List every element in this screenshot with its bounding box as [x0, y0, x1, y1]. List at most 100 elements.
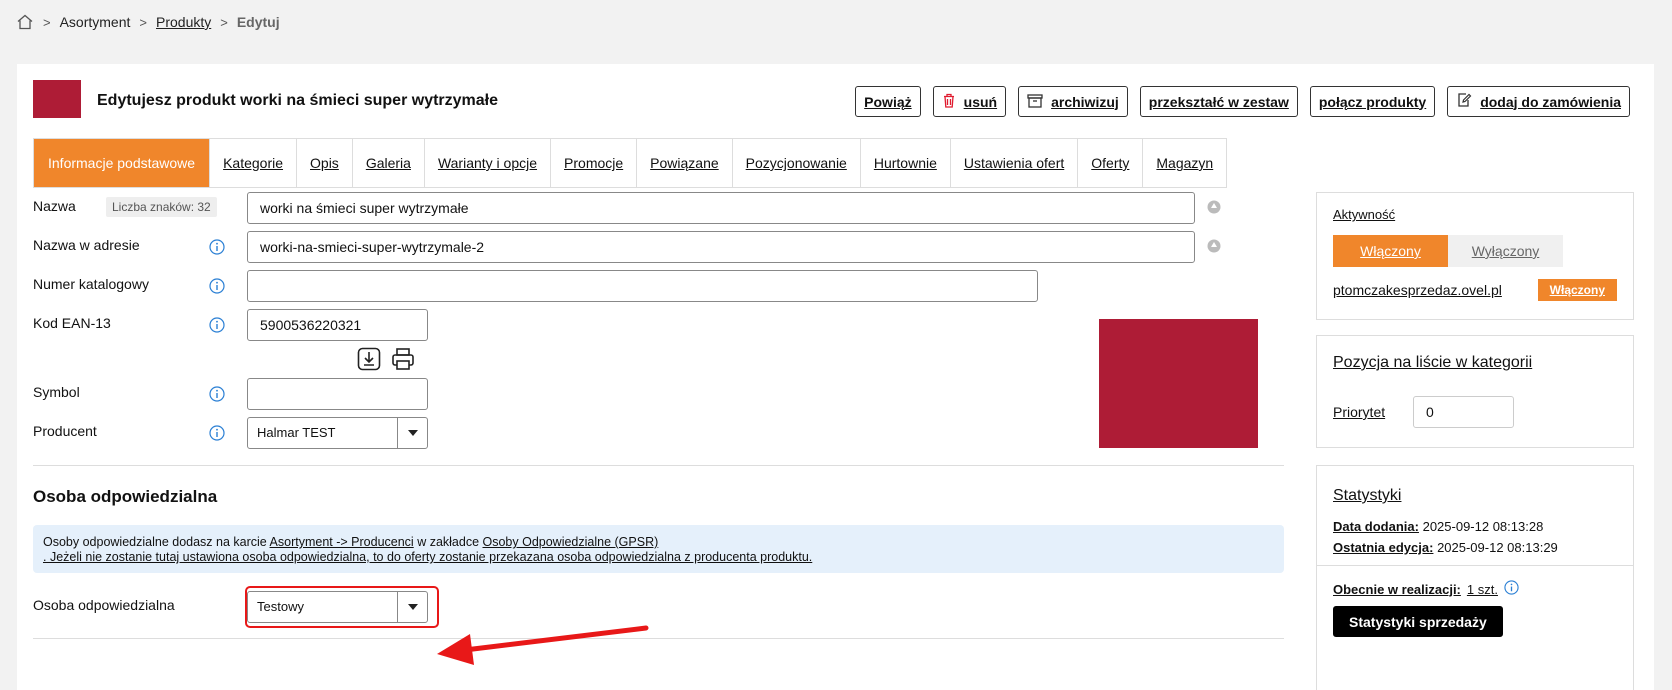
- realization-label: Obecnie w realizacji:: [1333, 581, 1461, 597]
- download-icon[interactable]: [357, 347, 381, 374]
- archive-icon: [1027, 93, 1043, 111]
- shop-link[interactable]: ptomczakesprzedaz.ovel.pl: [1333, 282, 1502, 298]
- catalog-number-row: Numer katalogowy: [33, 270, 1043, 302]
- priority-input[interactable]: 0: [1413, 396, 1514, 428]
- priority-label: Priorytet: [1333, 404, 1386, 420]
- tab-variants[interactable]: Warianty i opcje: [425, 139, 552, 187]
- info-icon[interactable]: [1504, 580, 1519, 598]
- tab-seo[interactable]: Pozycjonowanie: [733, 139, 861, 187]
- slug-input[interactable]: worki-na-smieci-super-wytrzymale-2: [247, 231, 1195, 263]
- date-added-label: Data dodania:: [1333, 519, 1419, 534]
- stats-panel: Statystyki Data dodania: 2025-09-12 08:1…: [1316, 465, 1634, 690]
- priority-row: Priorytet 0: [1333, 396, 1617, 428]
- responsible-info-box: Osoby odpowiedzialne dodasz na karcie As…: [33, 525, 1284, 573]
- delete-button[interactable]: usuń: [932, 86, 1007, 117]
- date-added: Data dodania: 2025-09-12 08:13:28: [1333, 519, 1617, 534]
- breadcrumb-asortyment[interactable]: Asortyment: [60, 14, 131, 30]
- info-text: Osoby odpowiedzialne dodasz na karcie: [43, 535, 270, 549]
- tab-basic-info[interactable]: Informacje podstawowe: [34, 139, 211, 187]
- add-to-order-button[interactable]: dodaj do zamówienia: [1447, 86, 1630, 117]
- ean-tools: [357, 347, 415, 374]
- info-text-line2: . Jeżeli nie zostanie tutaj ustawiona os…: [43, 550, 813, 564]
- responsible-section-title: Osoba odpowiedzialna: [33, 487, 218, 506]
- add-to-order-label: dodaj do zamówienia: [1480, 93, 1621, 110]
- symbol-row: Symbol: [33, 378, 443, 410]
- trash-icon: [942, 93, 956, 111]
- position-title: Pozycja na liście w kategorii: [1333, 354, 1533, 371]
- tab-warehouse[interactable]: Magazyn: [1143, 139, 1226, 187]
- catalog-number-input[interactable]: [247, 270, 1038, 302]
- producer-select[interactable]: Halmar TEST: [247, 417, 428, 449]
- stats-header: Statystyki Data dodania: 2025-09-12 08:1…: [1317, 466, 1633, 566]
- producer-value: Halmar TEST: [257, 425, 336, 440]
- name-label: Nazwa: [33, 198, 76, 214]
- activity-panel: Aktywność Włączony Wyłączony ptomczakesp…: [1316, 192, 1634, 320]
- breadcrumb-separator: >: [220, 14, 228, 30]
- position-panel: Pozycja na liście w kategorii Priorytet …: [1316, 335, 1634, 448]
- chevron-down-icon[interactable]: [397, 418, 427, 448]
- name-row: Nazwa Liczba znaków: 32 worki na śmieci …: [33, 192, 1221, 224]
- last-edit-label: Ostatnia edycja:: [1333, 540, 1434, 555]
- archive-label: archiwizuj: [1051, 93, 1119, 110]
- tab-description[interactable]: Opis: [297, 139, 353, 187]
- sales-stats-button[interactable]: Statystyki sprzedaży: [1333, 606, 1503, 637]
- stats-title[interactable]: Statystyki: [1333, 487, 1617, 505]
- tab-promotions[interactable]: Promocje: [551, 139, 638, 187]
- tab-related[interactable]: Powiązane: [637, 139, 733, 187]
- info-icon[interactable]: [209, 317, 225, 333]
- edit-document-icon: [1456, 92, 1472, 111]
- producers-link[interactable]: Asortyment -> Producenci: [270, 535, 414, 549]
- realization-row: Obecnie w realizacji: 1 szt.: [1333, 580, 1617, 598]
- name-input[interactable]: worki na śmieci super wytrzymałe: [247, 192, 1195, 224]
- date-added-value: 2025-09-12 08:13:28: [1422, 519, 1544, 534]
- convert-label: przekształć w zestaw: [1148, 93, 1289, 110]
- ean-input[interactable]: 5900536220321: [247, 309, 428, 341]
- page-title: Edytujesz produkt worki na śmieci super …: [97, 92, 499, 109]
- producer-label: Producent: [33, 423, 97, 439]
- info-icon[interactable]: [209, 425, 225, 441]
- char-count-badge: Liczba znaków: 32: [106, 197, 217, 217]
- breadcrumb-current: Edytuj: [236, 14, 280, 30]
- breadcrumb-produkty[interactable]: Produkty: [156, 14, 211, 30]
- merge-label: połącz produkty: [1318, 93, 1427, 110]
- symbol-label: Symbol: [33, 384, 80, 400]
- home-icon[interactable]: [16, 13, 34, 31]
- tab-gallery[interactable]: Galeria: [353, 139, 425, 187]
- realization-value: 1 szt.: [1466, 581, 1498, 597]
- slug-label: Nazwa w adresie: [33, 237, 140, 253]
- translate-pin-icon[interactable]: [1207, 200, 1221, 214]
- last-edit: Ostatnia edycja: 2025-09-12 08:13:29: [1333, 540, 1617, 555]
- highlight-box: [245, 586, 439, 628]
- slug-row: Nazwa w adresie worki-na-smieci-super-wy…: [33, 231, 1221, 263]
- realization-section: Obecnie w realizacji: 1 szt. Statystyki …: [1317, 566, 1633, 651]
- responsible-person-label: Osoba odpowiedzialna: [33, 597, 175, 613]
- activity-off-button[interactable]: Wyłączony: [1448, 235, 1563, 267]
- last-edit-value: 2025-09-12 08:13:29: [1437, 540, 1558, 555]
- activity-title: Aktywność: [1333, 207, 1396, 222]
- ean-label: Kod EAN-13: [33, 315, 111, 331]
- tab-categories[interactable]: Kategorie: [210, 139, 298, 187]
- link-product-label: Powiąż: [864, 93, 912, 110]
- section-divider: [33, 638, 1284, 639]
- tab-offers[interactable]: Oferty: [1078, 139, 1144, 187]
- activity-toggle: Włączony Wyłączony: [1333, 235, 1617, 267]
- tab-offer-settings[interactable]: Ustawienia ofert: [951, 139, 1079, 187]
- catalog-number-label: Numer katalogowy: [33, 276, 149, 292]
- info-text: w zakładce: [413, 535, 483, 549]
- info-icon[interactable]: [209, 239, 225, 255]
- merge-products-button[interactable]: połącz produkty: [1309, 86, 1436, 117]
- translate-pin-icon[interactable]: [1207, 239, 1221, 253]
- breadcrumb: > Asortyment > Produkty > Edytuj: [16, 12, 280, 32]
- gpsr-link[interactable]: Osoby Odpowiedzialne (GPSR): [483, 535, 659, 549]
- activity-on-button[interactable]: Włączony: [1333, 235, 1448, 267]
- info-icon[interactable]: [209, 386, 225, 402]
- archive-button[interactable]: archiwizuj: [1018, 86, 1128, 117]
- link-product-button[interactable]: Powiąż: [855, 86, 921, 117]
- printer-icon[interactable]: [391, 347, 415, 374]
- convert-to-set-button[interactable]: przekształć w zestaw: [1139, 86, 1298, 117]
- section-divider: [33, 465, 1284, 466]
- info-icon[interactable]: [209, 278, 225, 294]
- shop-status-badge[interactable]: Włączony: [1537, 279, 1617, 301]
- tab-wholesalers[interactable]: Hurtownie: [861, 139, 951, 187]
- symbol-input[interactable]: [247, 378, 428, 410]
